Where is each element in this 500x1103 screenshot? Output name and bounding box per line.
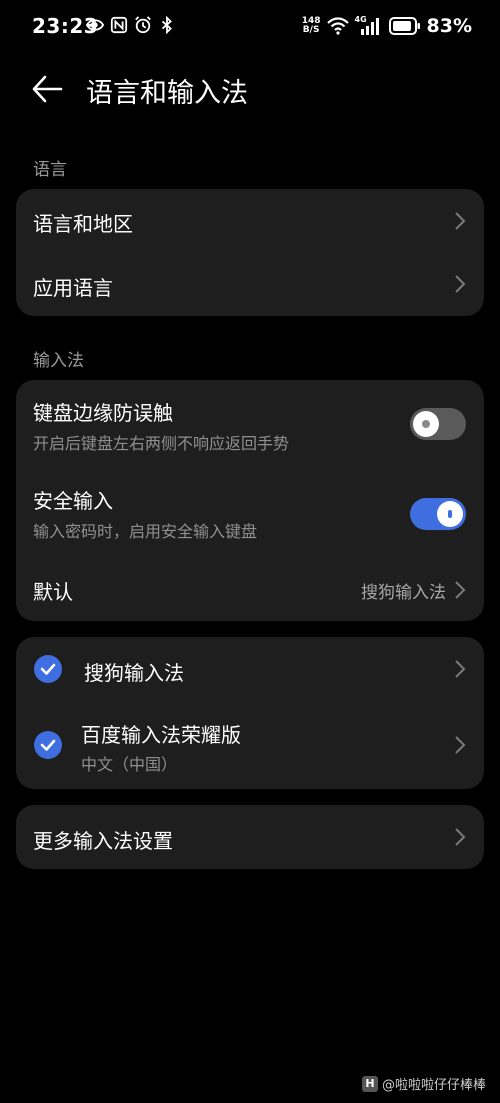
keyboard-name: 百度输入法荣耀版 xyxy=(81,723,241,747)
keyboards-card: 搜狗输入法 百度输入法荣耀版 中文（中国） xyxy=(16,637,484,789)
nfc-icon xyxy=(110,16,128,34)
network-type: 4G xyxy=(354,15,367,24)
keyboard-item-baidu[interactable]: 百度输入法荣耀版 中文（中国） xyxy=(16,701,484,789)
language-card: 语言和地区 应用语言 xyxy=(16,189,484,316)
row-title: 更多输入法设置 xyxy=(33,829,173,853)
row-subtitle: 输入密码时，启用安全输入键盘 xyxy=(33,522,258,541)
chevron-right-icon xyxy=(455,736,466,754)
row-title: 键盘边缘防误触 xyxy=(33,401,173,425)
keyboard-subtitle: 中文（中国） xyxy=(81,755,178,774)
checkmark-icon[interactable] xyxy=(34,655,62,683)
edge-protection-item: 键盘边缘防误触 开启后键盘左右两侧不响应返回手势 xyxy=(16,380,484,468)
section-label-language: 语言 xyxy=(33,160,67,180)
chevron-right-icon xyxy=(455,275,466,293)
watermark: H @啦啦啦仔仔棒棒 xyxy=(361,1074,486,1093)
default-value: 搜狗输入法 xyxy=(361,583,446,603)
eye-icon xyxy=(86,19,104,31)
keyboard-name: 搜狗输入法 xyxy=(84,661,184,685)
default-input-method-item[interactable]: 默认 搜狗输入法 xyxy=(16,556,484,621)
checkmark-icon[interactable] xyxy=(34,731,62,759)
watermark-logo: H xyxy=(361,1075,378,1092)
network-speed: 148 B/S xyxy=(301,16,321,35)
row-title: 语言和地区 xyxy=(33,212,133,236)
status-left-icons xyxy=(86,16,176,34)
secure-input-item: 安全输入 输入密码时，启用安全输入键盘 xyxy=(16,468,484,556)
alarm-icon xyxy=(135,16,151,34)
back-arrow-icon[interactable] xyxy=(30,72,64,106)
battery-percent: 83% xyxy=(426,15,472,37)
input-method-card: 键盘边缘防误触 开启后键盘左右两侧不响应返回手势 安全输入 输入密码时，启用安全… xyxy=(16,380,484,621)
chevron-right-icon xyxy=(455,212,466,230)
page-title: 语言和输入法 xyxy=(86,78,248,109)
bluetooth-icon xyxy=(161,16,172,34)
watermark-text: @啦啦啦仔仔棒棒 xyxy=(381,1078,486,1093)
language-and-region-item[interactable]: 语言和地区 xyxy=(16,189,484,252)
keyboard-item-sogou[interactable]: 搜狗输入法 xyxy=(16,637,484,701)
status-right-icons: 148 B/S 4G 83% xyxy=(302,15,472,37)
more-input-settings-item[interactable]: 更多输入法设置 xyxy=(16,805,484,869)
more-settings-card: 更多输入法设置 xyxy=(16,805,484,869)
battery-icon xyxy=(388,17,420,35)
edge-protection-toggle[interactable] xyxy=(410,408,466,440)
row-subtitle: 开启后键盘左右两侧不响应返回手势 xyxy=(33,434,290,453)
secure-input-toggle[interactable] xyxy=(410,498,466,530)
row-title: 应用语言 xyxy=(33,276,113,300)
app-language-item[interactable]: 应用语言 xyxy=(16,252,484,316)
wifi-icon xyxy=(326,17,349,35)
row-title: 默认 xyxy=(33,580,73,604)
cellular-signal: 4G xyxy=(354,15,383,35)
row-title: 安全输入 xyxy=(33,489,113,513)
chevron-right-icon xyxy=(455,660,466,678)
section-label-input-method: 输入法 xyxy=(33,351,84,371)
status-bar: 23:23 148 B/S 4G 83% xyxy=(0,0,500,58)
chevron-right-icon xyxy=(455,581,466,599)
chevron-right-icon xyxy=(455,828,466,846)
